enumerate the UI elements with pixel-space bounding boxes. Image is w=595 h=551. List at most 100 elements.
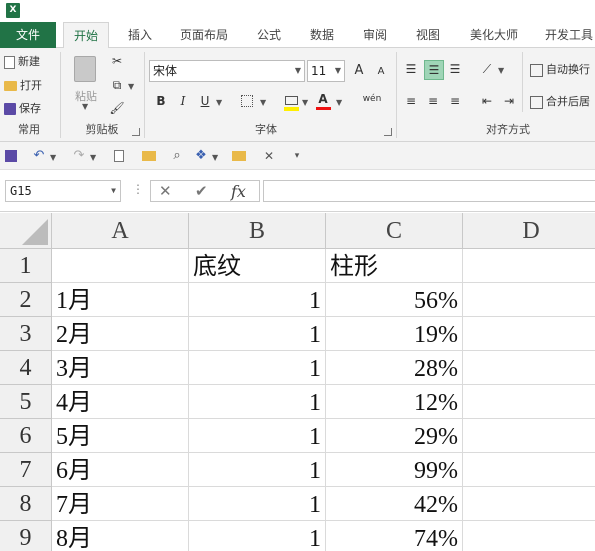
- insert-function-icon[interactable]: fx: [231, 182, 246, 201]
- font-family-select[interactable]: 宋体 ▼: [149, 60, 305, 82]
- cell-c3[interactable]: 19%: [326, 317, 463, 351]
- borders-icon[interactable]: [238, 92, 256, 110]
- cell-b6[interactable]: 1: [189, 419, 326, 453]
- merge-center-button[interactable]: 合并后居: [530, 92, 590, 112]
- tab-review[interactable]: 审阅: [357, 22, 393, 48]
- formula-input[interactable]: [263, 180, 595, 202]
- customize-qat-icon[interactable]: ▾: [288, 147, 306, 165]
- cell-b4[interactable]: 1: [189, 351, 326, 385]
- copy-dropdown-icon[interactable]: ▼: [128, 82, 134, 91]
- undo-dropdown-icon[interactable]: ▼: [50, 153, 56, 162]
- copy-icon[interactable]: ⧉: [108, 76, 126, 94]
- paste-button[interactable]: 粘贴 ▼: [68, 54, 104, 112]
- row-header[interactable]: 6: [0, 419, 52, 453]
- cell-c5[interactable]: 12%: [326, 385, 463, 419]
- column-header-a[interactable]: A: [52, 213, 189, 249]
- bold-button[interactable]: B: [152, 92, 170, 110]
- save-disk-icon[interactable]: [2, 147, 20, 165]
- cell-a2[interactable]: 1月: [52, 283, 189, 317]
- cell-b2[interactable]: 1: [189, 283, 326, 317]
- cancel-icon[interactable]: ✕: [159, 182, 172, 200]
- cell-b7[interactable]: 1: [189, 453, 326, 487]
- row-header[interactable]: 7: [0, 453, 52, 487]
- align-top-icon[interactable]: ☰: [402, 60, 420, 78]
- open-button[interactable]: 打开: [4, 76, 42, 96]
- cell-d4[interactable]: [463, 351, 595, 385]
- italic-button[interactable]: I: [174, 92, 192, 110]
- cell-c1[interactable]: 柱形: [326, 249, 463, 283]
- shrink-font-button[interactable]: A: [372, 63, 390, 81]
- font-color-icon[interactable]: A: [314, 90, 332, 110]
- tab-data[interactable]: 数据: [304, 22, 340, 48]
- cell-d2[interactable]: [463, 283, 595, 317]
- align-left-icon[interactable]: ≡: [402, 92, 420, 110]
- align-middle-icon[interactable]: ☰: [424, 60, 444, 80]
- cell-c8[interactable]: 42%: [326, 487, 463, 521]
- column-header-b[interactable]: B: [189, 213, 326, 249]
- cell-a3[interactable]: 2月: [52, 317, 189, 351]
- phonetic-guide-button[interactable]: wén: [358, 90, 386, 108]
- font-launcher-icon[interactable]: [384, 128, 392, 136]
- cell-b5[interactable]: 1: [189, 385, 326, 419]
- clipboard-launcher-icon[interactable]: [132, 128, 140, 136]
- redo-dropdown-icon[interactable]: ▼: [90, 153, 96, 162]
- close-icon[interactable]: ✕: [260, 147, 278, 165]
- cell-d7[interactable]: [463, 453, 595, 487]
- folder-icon[interactable]: [230, 147, 248, 165]
- wrap-text-button[interactable]: 自动换行: [530, 60, 590, 80]
- cell-c4[interactable]: 28%: [326, 351, 463, 385]
- cell-a7[interactable]: 6月: [52, 453, 189, 487]
- cell-d8[interactable]: [463, 487, 595, 521]
- cell-a8[interactable]: 7月: [52, 487, 189, 521]
- cell-c6[interactable]: 29%: [326, 419, 463, 453]
- grow-font-button[interactable]: A: [350, 62, 368, 80]
- row-header[interactable]: 4: [0, 351, 52, 385]
- redo-icon[interactable]: ↷: [70, 147, 88, 165]
- row-header[interactable]: 3: [0, 317, 52, 351]
- tab-home[interactable]: 开始: [63, 22, 109, 49]
- row-header[interactable]: 1: [0, 249, 52, 283]
- align-center-icon[interactable]: ≡: [424, 92, 442, 110]
- brush-dropdown-icon[interactable]: ▼: [212, 153, 218, 162]
- cell-d1[interactable]: [463, 249, 595, 283]
- increase-indent-icon[interactable]: ⇥: [500, 92, 518, 110]
- print-preview-icon[interactable]: ⌕: [168, 147, 186, 165]
- select-all-corner[interactable]: [0, 213, 52, 249]
- tab-beautify[interactable]: 美化大师: [462, 22, 526, 48]
- row-header[interactable]: 5: [0, 385, 52, 419]
- font-size-select[interactable]: 11 ▼: [307, 60, 345, 82]
- cell-b8[interactable]: 1: [189, 487, 326, 521]
- cell-d6[interactable]: [463, 419, 595, 453]
- cell-c7[interactable]: 99%: [326, 453, 463, 487]
- cell-c2[interactable]: 56%: [326, 283, 463, 317]
- cell-a4[interactable]: 3月: [52, 351, 189, 385]
- fill-color-icon[interactable]: [282, 92, 300, 111]
- cell-d3[interactable]: [463, 317, 595, 351]
- cell-a9[interactable]: 8月: [52, 521, 189, 551]
- new-button[interactable]: 新建: [4, 52, 40, 72]
- underline-dropdown-icon[interactable]: ▼: [216, 98, 222, 107]
- align-right-icon[interactable]: ≡: [446, 92, 464, 110]
- enter-check-icon[interactable]: ✔: [195, 182, 208, 200]
- orientation-icon[interactable]: ⟋: [478, 60, 496, 78]
- save-button[interactable]: 保存: [4, 99, 41, 119]
- borders-dropdown-icon[interactable]: ▼: [260, 98, 266, 107]
- cell-a1[interactable]: [52, 249, 189, 283]
- cell-d5[interactable]: [463, 385, 595, 419]
- underline-button[interactable]: U: [196, 92, 214, 110]
- name-box[interactable]: G15 ▼: [5, 180, 121, 202]
- format-painter-icon[interactable]: 🖌: [108, 99, 126, 117]
- tab-page-layout[interactable]: 页面布局: [172, 22, 236, 48]
- cell-a5[interactable]: 4月: [52, 385, 189, 419]
- cell-c9[interactable]: 74%: [326, 521, 463, 551]
- format-brush-icon[interactable]: ❖: [192, 147, 210, 165]
- cell-b3[interactable]: 1: [189, 317, 326, 351]
- orientation-dropdown-icon[interactable]: ▼: [498, 66, 504, 75]
- row-header[interactable]: 9: [0, 521, 52, 551]
- cell-d9[interactable]: [463, 521, 595, 551]
- cell-b9[interactable]: 1: [189, 521, 326, 551]
- column-header-c[interactable]: C: [326, 213, 463, 249]
- undo-icon[interactable]: ↶: [30, 147, 48, 165]
- tab-file[interactable]: 文件: [0, 22, 56, 48]
- tab-insert[interactable]: 插入: [122, 22, 158, 48]
